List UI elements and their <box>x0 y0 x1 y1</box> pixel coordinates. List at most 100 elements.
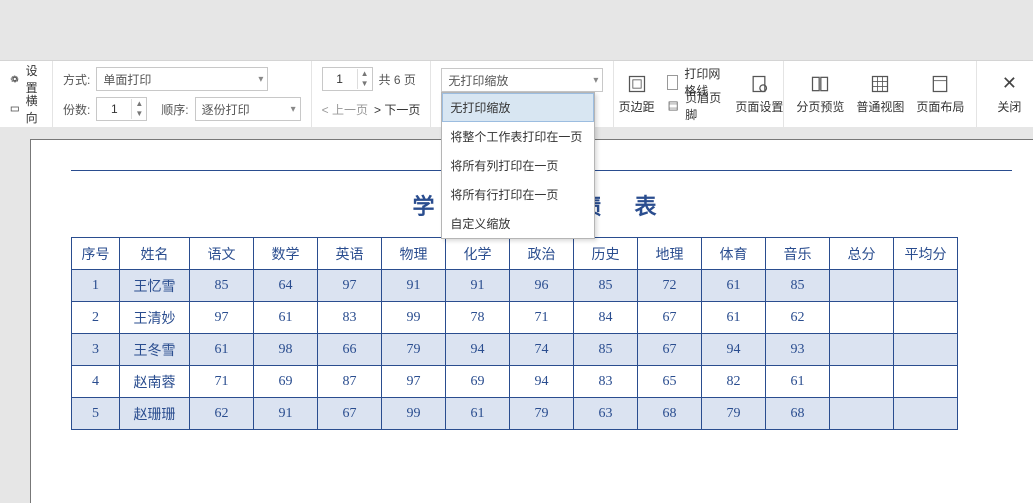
spin-up-icon[interactable]: ▲ <box>132 99 146 109</box>
table-cell <box>894 270 958 302</box>
page-break-preview-icon <box>810 74 830 94</box>
table-cell: 赵珊珊 <box>120 398 190 430</box>
table-row: 3王冬雪61986679947485679493 <box>72 334 958 366</box>
table-cell: 赵南蓉 <box>120 366 190 398</box>
table-cell: 69 <box>446 366 510 398</box>
scale-dropdown: 无打印缩放将整个工作表打印在一页将所有列打印在一页将所有行打印在一页自定义缩放 <box>441 92 595 239</box>
table-cell: 96 <box>510 270 574 302</box>
table-cell: 83 <box>574 366 638 398</box>
scale-option[interactable]: 将所有行打印在一页 <box>442 180 594 209</box>
table-cell: 5 <box>72 398 120 430</box>
table-cell: 61 <box>702 270 766 302</box>
table-cell: 79 <box>510 398 574 430</box>
table-header-cell: 体育 <box>702 238 766 270</box>
table-cell: 97 <box>382 366 446 398</box>
landscape-button[interactable]: 横向 <box>10 97 42 121</box>
gear-icon <box>10 72 20 86</box>
table-cell: 71 <box>510 302 574 334</box>
scale-combo[interactable]: 无打印缩放 ▾ <box>441 68 603 92</box>
page-layout-icon <box>930 74 950 94</box>
table-cell: 98 <box>254 334 318 366</box>
table-cell: 68 <box>766 398 830 430</box>
normal-view-button[interactable]: 普通视图 <box>850 70 910 119</box>
page-value: 1 <box>323 72 357 86</box>
table-cell <box>894 334 958 366</box>
group-views: 分页预览 普通视图 页面布局 <box>784 61 977 127</box>
group-page-setup: 页边距 打印网格线 页眉页脚 页面设置 <box>614 61 784 127</box>
settings-button[interactable]: 设置 <box>10 67 42 91</box>
prev-page-label: 上一页 <box>332 103 368 117</box>
caret-down-icon: ▾ <box>258 74 263 85</box>
table-cell: 94 <box>702 334 766 366</box>
next-page-button[interactable]: > 下一页 <box>374 101 420 118</box>
copies-spinner[interactable]: 1 ▲▼ <box>96 97 147 121</box>
table-cell: 97 <box>318 270 382 302</box>
next-page-label: 下一页 <box>384 103 420 117</box>
table-cell: 67 <box>638 302 702 334</box>
table-cell: 99 <box>382 398 446 430</box>
table-header-cell: 化学 <box>446 238 510 270</box>
order-combo[interactable]: 逐份打印 ▾ <box>195 97 301 121</box>
scale-option[interactable]: 将整个工作表打印在一页 <box>442 122 594 151</box>
table-cell: 93 <box>766 334 830 366</box>
page-layout-button[interactable]: 页面布局 <box>910 70 970 119</box>
table-row: 5赵珊珊62916799617963687968 <box>72 398 958 430</box>
table-cell: 99 <box>382 302 446 334</box>
mode-label: 方式: <box>63 71 90 88</box>
order-value: 逐份打印 <box>202 101 250 118</box>
margins-button[interactable]: 页边距 <box>614 70 659 119</box>
table-cell: 87 <box>318 366 382 398</box>
page-spinner[interactable]: 1 ▲▼ <box>322 67 373 91</box>
table-header-row: 序号姓名语文数学英语物理化学政治历史地理体育音乐总分平均分 <box>72 238 958 270</box>
page-setup-label: 页面设置 <box>735 98 783 115</box>
spin-down-icon[interactable]: ▼ <box>358 79 372 89</box>
table-cell: 79 <box>702 398 766 430</box>
table-header-cell: 语文 <box>190 238 254 270</box>
margins-label: 页边距 <box>619 98 655 115</box>
table-cell: 王清妙 <box>120 302 190 334</box>
table-row: 1王忆雪85649791919685726185 <box>72 270 958 302</box>
margins-icon <box>627 74 647 94</box>
page-setup-icon <box>749 74 769 94</box>
caret-down-icon: ▾ <box>593 75 598 86</box>
mode-combo[interactable]: 单面打印 ▾ <box>96 67 268 91</box>
table-cell <box>830 302 894 334</box>
total-pages: 共 6 页 <box>379 71 416 88</box>
copies-value: 1 <box>97 102 131 116</box>
table-cell <box>830 366 894 398</box>
headerfooter-button[interactable]: 页眉页脚 <box>667 94 727 118</box>
scale-option[interactable]: 无打印缩放 <box>442 93 594 122</box>
page-break-preview-button[interactable]: 分页预览 <box>790 70 850 119</box>
table-cell: 71 <box>190 366 254 398</box>
table-cell: 61 <box>446 398 510 430</box>
table-cell: 97 <box>190 302 254 334</box>
scale-option[interactable]: 将所有列打印在一页 <box>442 151 594 180</box>
page-break-preview-label: 分页预览 <box>796 98 844 115</box>
table-cell: 3 <box>72 334 120 366</box>
page-setup-button[interactable]: 页面设置 <box>735 70 783 119</box>
close-label: 关闭 <box>997 98 1021 115</box>
table-header-cell: 英语 <box>318 238 382 270</box>
page-layout-label: 页面布局 <box>916 98 964 115</box>
table-cell: 78 <box>446 302 510 334</box>
scale-option[interactable]: 自定义缩放 <box>442 209 594 238</box>
table-header-cell: 历史 <box>574 238 638 270</box>
gridlines-checkbox[interactable] <box>667 75 678 90</box>
table-header-cell: 序号 <box>72 238 120 270</box>
spin-up-icon[interactable]: ▲ <box>358 69 372 79</box>
table-cell: 王冬雪 <box>120 334 190 366</box>
mode-value: 单面打印 <box>103 71 151 88</box>
table-cell: 王忆雪 <box>120 270 190 302</box>
close-button[interactable]: ✕ 关闭 <box>987 69 1031 119</box>
table-cell <box>894 366 958 398</box>
table-header-cell: 政治 <box>510 238 574 270</box>
table-cell: 61 <box>702 302 766 334</box>
group-close: ✕ 关闭 <box>977 61 1033 127</box>
table-cell <box>830 398 894 430</box>
table-cell: 1 <box>72 270 120 302</box>
landscape-icon <box>10 102 20 116</box>
group-scaling: 无打印缩放 ▾ 无打印缩放将整个工作表打印在一页将所有列打印在一页将所有行打印在… <box>431 61 614 127</box>
table-cell: 67 <box>638 334 702 366</box>
table-row: 2王清妙97618399787184676162 <box>72 302 958 334</box>
spin-down-icon[interactable]: ▼ <box>132 109 146 119</box>
